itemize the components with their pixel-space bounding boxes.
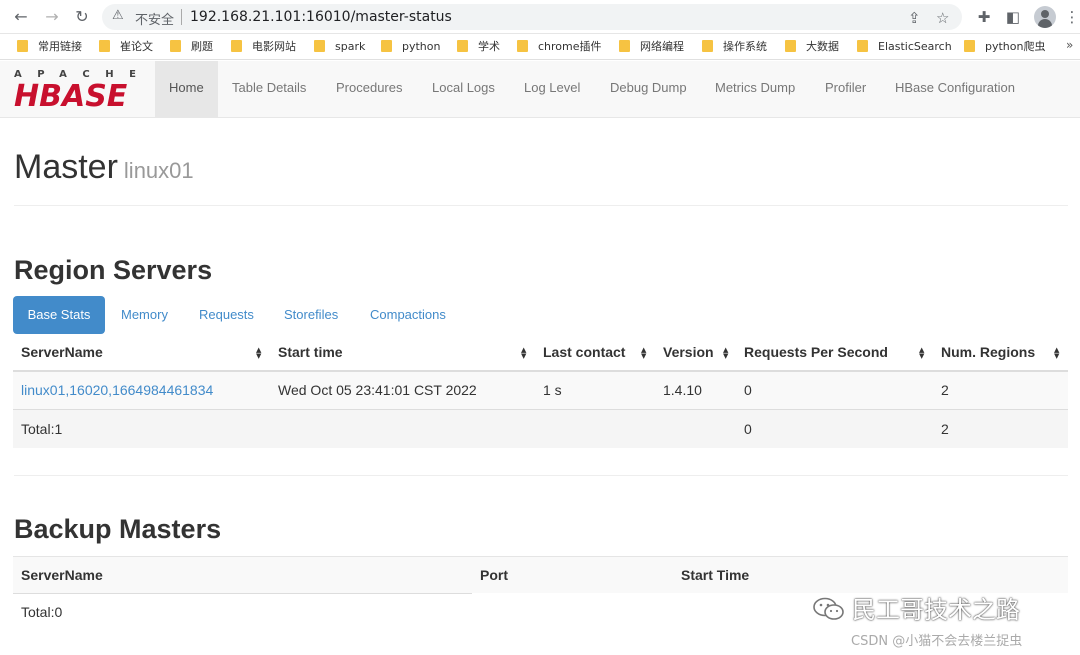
hbase-navbar: APACHE HBASE Home Table Details Procedur… bbox=[0, 61, 1080, 118]
share-icon[interactable]: ⇪ bbox=[908, 9, 921, 27]
bookmark-item[interactable]: ElasticSearch bbox=[857, 39, 952, 55]
col-num-regions[interactable]: Num. Regions bbox=[941, 344, 1035, 360]
nav-home[interactable]: Home bbox=[155, 61, 218, 118]
regions-cell: 2 bbox=[941, 382, 949, 398]
url-text[interactable]: 192.168.21.101:16010/master-status bbox=[190, 9, 452, 25]
rps-cell: 0 bbox=[744, 382, 752, 398]
folder-icon bbox=[17, 40, 28, 52]
divider bbox=[14, 475, 1068, 476]
col-backup-start-time: Start Time bbox=[681, 567, 750, 583]
bookmark-item[interactable]: 操作系统 bbox=[702, 39, 767, 55]
nav-profiler[interactable]: Profiler bbox=[825, 61, 866, 118]
col-servername[interactable]: ServerName bbox=[21, 344, 103, 360]
bookmark-item[interactable]: spark bbox=[314, 39, 365, 55]
bookmark-item[interactable]: 网络编程 bbox=[619, 39, 684, 55]
watermark-wechat: 民工哥技术之路 bbox=[812, 590, 1020, 625]
master-host: linux01 bbox=[123, 158, 194, 183]
version-cell: 1.4.10 bbox=[663, 382, 702, 398]
profile-avatar[interactable] bbox=[1034, 6, 1056, 28]
sort-icon[interactable]: ▲ ▼ bbox=[919, 347, 924, 360]
last-contact-cell: 1 s bbox=[543, 382, 562, 398]
col-start-time[interactable]: Start time bbox=[278, 344, 343, 360]
total-label: Total:1 bbox=[21, 421, 63, 437]
folder-icon bbox=[231, 40, 242, 52]
bookmark-item[interactable]: 崔论文 bbox=[99, 39, 153, 55]
folder-icon bbox=[619, 40, 630, 52]
col-last-contact[interactable]: Last contact bbox=[543, 344, 625, 360]
page-title: Master linux01 bbox=[14, 148, 194, 187]
sidepanel-icon[interactable]: ◧ bbox=[1003, 7, 1023, 27]
nav-hbase-configuration[interactable]: HBase Configuration bbox=[895, 61, 1015, 118]
nav-metrics-dump[interactable]: Metrics Dump bbox=[715, 61, 795, 118]
start-time-cell: Wed Oct 05 23:41:01 CST 2022 bbox=[278, 382, 477, 398]
master-title: Master bbox=[14, 148, 118, 186]
tab-compactions[interactable]: Compactions bbox=[370, 296, 446, 334]
watermark-csdn: CSDN @小猫不会去楼兰捉虫 bbox=[851, 634, 1023, 649]
total-rps: 0 bbox=[744, 421, 752, 437]
tab-base-stats[interactable]: Base Stats bbox=[13, 296, 105, 334]
folder-icon bbox=[170, 40, 181, 52]
watermark-text: 民工哥技术之路 bbox=[852, 596, 1020, 624]
extensions-icon[interactable]: ✚ bbox=[974, 7, 994, 27]
backup-total: Total:0 bbox=[21, 604, 63, 620]
logo-hbase-text: HBASE bbox=[14, 79, 128, 114]
folder-icon bbox=[517, 40, 528, 52]
nav-log-level[interactable]: Log Level bbox=[524, 61, 580, 118]
star-icon[interactable]: ☆ bbox=[936, 9, 949, 27]
table-row-total bbox=[13, 410, 1068, 448]
address-separator bbox=[181, 9, 182, 25]
bookmark-item[interactable]: python爬虫 bbox=[964, 39, 1045, 55]
bookmark-item[interactable]: 刷题 bbox=[170, 39, 213, 55]
bookmark-item[interactable]: 大数据 bbox=[785, 39, 839, 55]
bookmark-item[interactable]: chrome插件 bbox=[517, 39, 602, 55]
backup-masters-title: Backup Masters bbox=[14, 514, 222, 544]
folder-icon bbox=[964, 40, 975, 52]
address-bar[interactable]: ⚠ 不安全 192.168.21.101:16010/master-status… bbox=[102, 4, 962, 30]
row-divider bbox=[13, 593, 472, 594]
server-link[interactable]: linux01,16020,1664984461834 bbox=[21, 382, 213, 398]
col-version[interactable]: Version bbox=[663, 344, 714, 360]
forward-icon[interactable]: → bbox=[42, 7, 62, 27]
bookmarks-bar: 常用链接 崔论文 刷题 电影网站 spark python 学术 chrome插… bbox=[0, 34, 1080, 60]
menu-icon[interactable]: ⋮ bbox=[1062, 7, 1080, 27]
bookmark-item[interactable]: 电影网站 bbox=[231, 39, 296, 55]
warning-icon: ⚠ bbox=[112, 8, 124, 23]
folder-icon bbox=[457, 40, 468, 52]
tab-memory[interactable]: Memory bbox=[121, 296, 168, 334]
reload-icon[interactable]: ↻ bbox=[72, 7, 92, 27]
nav-local-logs[interactable]: Local Logs bbox=[432, 61, 495, 118]
wechat-icon bbox=[813, 597, 844, 620]
nav-procedures[interactable]: Procedures bbox=[336, 61, 402, 118]
folder-icon bbox=[99, 40, 110, 52]
sort-icon[interactable]: ▲ ▼ bbox=[256, 347, 261, 360]
col-backup-servername: ServerName bbox=[21, 567, 103, 583]
region-servers-title: Region Servers bbox=[14, 255, 213, 285]
sort-icon[interactable]: ▲ ▼ bbox=[723, 347, 728, 360]
folder-icon bbox=[381, 40, 392, 52]
tab-storefiles[interactable]: Storefiles bbox=[284, 296, 338, 334]
sort-icon[interactable]: ▲ ▼ bbox=[1054, 347, 1059, 360]
folder-icon bbox=[857, 40, 868, 52]
more-bookmarks-icon[interactable]: » bbox=[1066, 38, 1073, 52]
sort-icon[interactable]: ▲ ▼ bbox=[521, 347, 526, 360]
folder-icon bbox=[785, 40, 796, 52]
insecure-label: 不安全 bbox=[135, 13, 175, 28]
bookmark-item[interactable]: 常用链接 bbox=[17, 39, 82, 55]
col-requests-per-second[interactable]: Requests Per Second bbox=[744, 344, 888, 360]
back-icon[interactable]: ← bbox=[11, 7, 31, 27]
folder-icon bbox=[702, 40, 713, 52]
bookmark-item[interactable]: python bbox=[381, 39, 440, 55]
folder-icon bbox=[314, 40, 325, 52]
col-backup-port: Port bbox=[480, 567, 508, 583]
bookmark-item[interactable]: 学术 bbox=[457, 39, 500, 55]
total-regions: 2 bbox=[941, 421, 949, 437]
browser-toolbar: ← → ↻ ⚠ 不安全 192.168.21.101:16010/master-… bbox=[0, 0, 1080, 34]
nav-debug-dump[interactable]: Debug Dump bbox=[610, 61, 687, 118]
table-header-row bbox=[13, 557, 1068, 593]
tab-requests[interactable]: Requests bbox=[199, 296, 254, 334]
sort-icon[interactable]: ▲ ▼ bbox=[641, 347, 646, 360]
nav-table-details[interactable]: Table Details bbox=[232, 61, 306, 118]
hbase-logo[interactable]: APACHE HBASE bbox=[14, 69, 144, 114]
divider bbox=[14, 205, 1068, 206]
